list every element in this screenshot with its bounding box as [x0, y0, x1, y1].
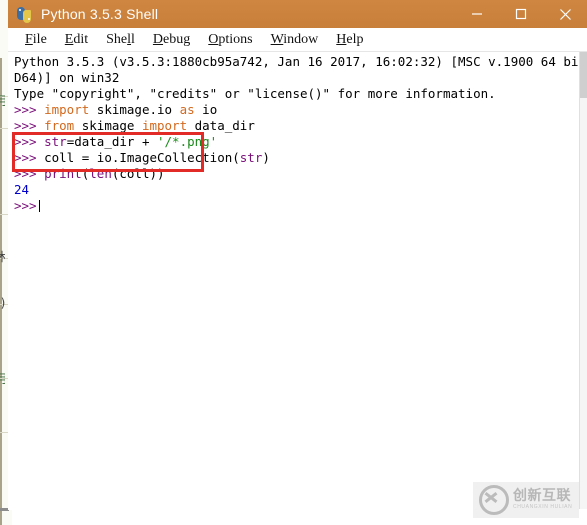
- code-text: skimage.io: [89, 102, 180, 117]
- watermark: 创新互联 CHUANGXIN HULIAN: [473, 482, 579, 518]
- shell-output-value: 24: [14, 182, 30, 197]
- watermark-logo-icon: [479, 485, 509, 515]
- prompt-marker: >>>: [14, 102, 45, 117]
- menu-item-shell[interactable]: Shell: [97, 32, 144, 48]
- watermark-texts: 创新互联 CHUANGXIN HULIAN: [513, 489, 572, 511]
- scrollbar-thumb[interactable]: [580, 52, 587, 98]
- keyword-import: import: [44, 102, 90, 117]
- code-text: data_dir: [187, 118, 255, 133]
- menu-item-options[interactable]: Options: [199, 32, 261, 48]
- shell-line-str-assign: >>> str=data_dir + '/*.png': [14, 134, 587, 150]
- code-text: ): [262, 150, 270, 165]
- shell-line-from-skimage: >>> from skimage import data_dir: [14, 118, 587, 134]
- background-glyph: 木: [0, 248, 5, 265]
- background-glyph: )): [0, 296, 5, 310]
- prompt-marker: >>>: [14, 118, 45, 133]
- shell-line-print-len: >>> print(len(coll)): [14, 166, 587, 182]
- code-text: coll = io.ImageCollection(: [44, 150, 240, 165]
- code-text: (coll)): [111, 166, 165, 181]
- banner-line-2: D64)] on win32: [14, 70, 120, 85]
- banner-line-3: Type "copyright", "credits" or "license(…: [14, 86, 496, 101]
- window-title: Python 3.5.3 Shell: [41, 6, 159, 22]
- menu-bar: File Edit Shell Debug Options Window Hel…: [8, 28, 587, 52]
- close-icon[interactable]: [543, 0, 587, 28]
- menu-label-options-rest: ptions: [218, 31, 253, 47]
- watermark-cn-text: 创新互联: [513, 488, 571, 504]
- prompt-marker: >>>: [14, 166, 45, 181]
- shell-active-prompt-line[interactable]: >>>: [14, 198, 587, 214]
- keyword-as: as: [179, 102, 195, 117]
- shell-output-area[interactable]: Python 3.5.3 (v3.5.3:1880cb95a742, Jan 1…: [8, 52, 587, 509]
- builtin-print: print: [44, 166, 82, 181]
- keyword-from: from: [44, 118, 75, 133]
- string-literal: '/*.png': [157, 134, 218, 149]
- prompt-marker: >>>: [14, 150, 45, 165]
- vertical-scrollbar[interactable]: [579, 52, 587, 509]
- menu-label-help-rest: elp: [346, 31, 364, 47]
- menu-item-debug[interactable]: Debug: [144, 32, 199, 48]
- window-controls: [455, 0, 587, 28]
- menu-label-edit-rest: dit: [73, 31, 89, 47]
- background-glyph: 月: [0, 370, 5, 387]
- keyword-import: import: [141, 118, 188, 133]
- identifier-str: str: [44, 134, 67, 149]
- menu-item-edit[interactable]: Edit: [56, 32, 97, 48]
- menu-item-help[interactable]: Help: [327, 32, 372, 48]
- minimize-icon[interactable]: [455, 0, 499, 28]
- background-glyph: 月: [0, 92, 5, 109]
- builtin-len: len: [89, 166, 112, 181]
- prompt-marker: >>>: [14, 134, 45, 149]
- banner-line-1: Python 3.5.3 (v3.5.3:1880cb95a742, Jan 1…: [14, 54, 587, 69]
- prompt-marker: >>>: [14, 198, 37, 213]
- title-bar[interactable]: Python 3.5.3 Shell: [8, 0, 587, 28]
- maximize-icon[interactable]: [499, 0, 543, 28]
- menu-label-file-rest: ile: [32, 31, 47, 47]
- code-text: skimage: [74, 118, 142, 133]
- menu-label-window-rest: indow: [283, 31, 319, 47]
- menu-item-window[interactable]: Window: [262, 32, 328, 48]
- screenshot-root: 月 木 )) 月 Python 3.5.3 Shell: [0, 0, 587, 525]
- watermark-en-text: CHUANGXIN HULIAN: [513, 504, 573, 510]
- menu-item-file[interactable]: File: [16, 32, 56, 48]
- menu-label-shell-rest: l: [131, 31, 135, 47]
- shell-line-import-io: >>> import skimage.io as io: [14, 102, 587, 118]
- shell-line-image-collection: >>> coll = io.ImageCollection(str): [14, 150, 587, 166]
- python-shell-window: Python 3.5.3 Shell File Edit Shell Debug…: [8, 0, 587, 510]
- identifier-str: str: [239, 150, 263, 165]
- code-text: io: [194, 102, 218, 117]
- code-text: =data_dir +: [66, 134, 157, 149]
- text-caret: [38, 200, 40, 212]
- menu-label-debug-rest: ebug: [163, 31, 191, 47]
- python-logo-icon: [16, 6, 33, 23]
